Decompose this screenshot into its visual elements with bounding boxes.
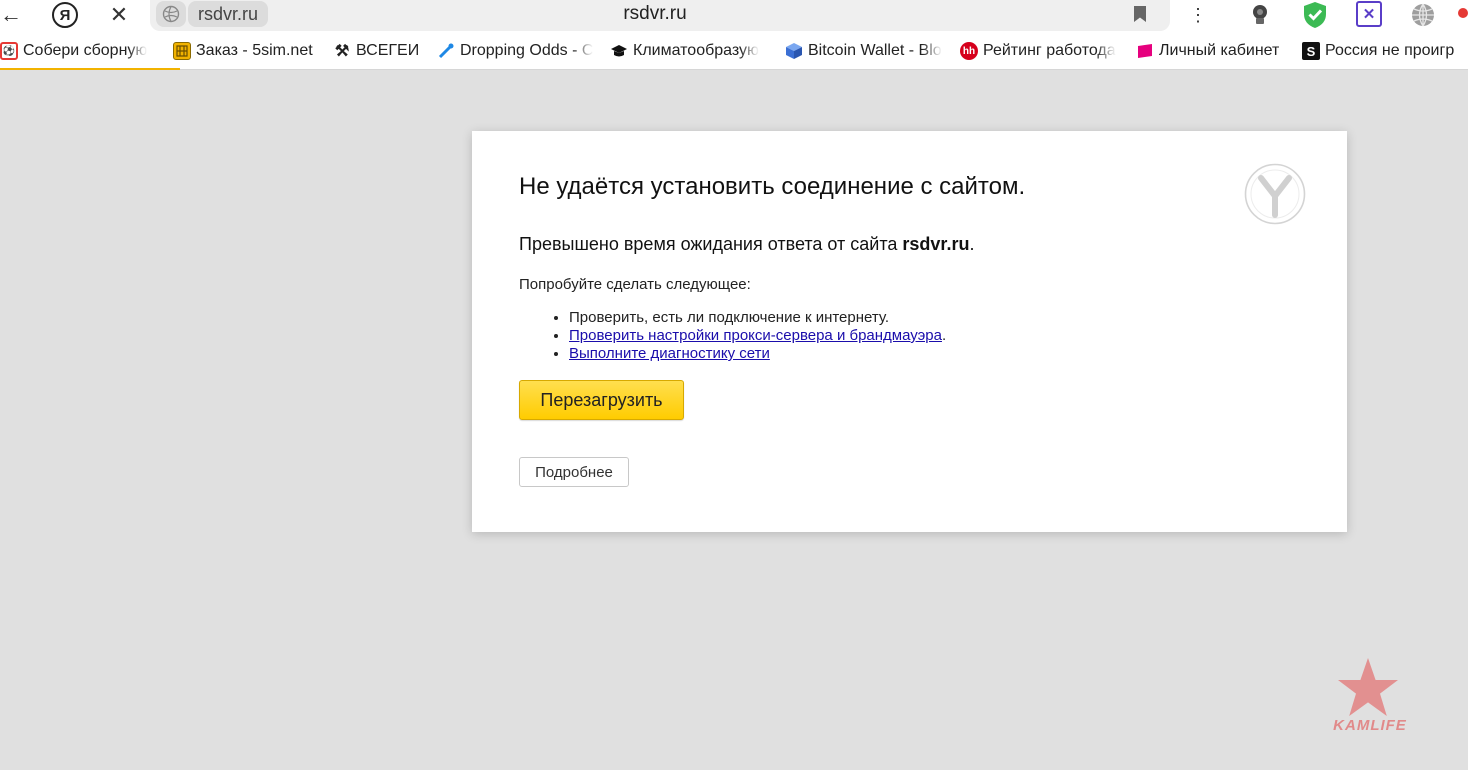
stop-loading-icon[interactable]: ✕ — [108, 2, 130, 28]
graduation-cap-icon — [610, 42, 628, 60]
subtitle-text: Превышено время ожидания ответа от сайта — [519, 234, 903, 254]
watermark-text: KAMLIFE — [1333, 717, 1407, 734]
details-button[interactable]: Подробнее — [519, 457, 629, 487]
address-bar-title[interactable]: rsdvr.ru — [150, 3, 1160, 25]
loading-progress-line — [0, 68, 180, 70]
address-bar[interactable]: rsdvr.ru rsdvr.ru — [150, 0, 1170, 31]
url-chip-label[interactable]: rsdvr.ru — [188, 1, 269, 27]
bookmark-label: Собери сборную — [23, 42, 148, 59]
suggestions-list: Проверить, есть ли подключение к интерне… — [519, 309, 946, 363]
bookmark-item[interactable]: S Россия не проигр — [1302, 40, 1468, 62]
bookmark-item[interactable]: Личный кабинет — [1136, 40, 1288, 62]
watermark-star-icon — [1336, 656, 1400, 718]
s-icon: S — [1302, 42, 1320, 60]
hh-icon: hh — [960, 42, 978, 60]
url-chip[interactable]: rsdvr.ru — [156, 1, 276, 27]
bitcoin-wallet-icon — [785, 42, 803, 60]
error-card: Не удаётся установить соединение с сайто… — [472, 131, 1347, 532]
bookmark-label: Личный кабинет — [1159, 42, 1280, 59]
globe-extension-icon[interactable] — [1410, 2, 1436, 28]
site-globe-icon[interactable] — [156, 1, 186, 27]
bookmark-label: Климатообразую — [633, 42, 760, 59]
shield-check-extension-icon[interactable] — [1302, 1, 1328, 29]
suggestion-diagnostics: Выполните диагностику сети — [569, 345, 946, 363]
bookmark-item[interactable]: Климатообразую — [610, 40, 770, 62]
subtitle-period: . — [969, 234, 975, 254]
lightbulb-extension-icon[interactable] — [1248, 3, 1272, 27]
bookmark-label: Bitcoin Wallet - Blo — [808, 42, 942, 59]
bookmark-label: Dropping Odds - C — [460, 42, 594, 59]
dropping-odds-icon — [437, 42, 455, 60]
proxy-firewall-link[interactable]: Проверить настройки прокси-сервера и бра… — [569, 327, 942, 344]
bookmarks-bar: ⚽ Собери сборную Заказ - 5sim.net ⚒ ВСЕГ… — [0, 32, 1468, 70]
bookmark-label: Рейтинг работода — [983, 42, 1116, 59]
bookmark-item[interactable]: Dropping Odds - C — [437, 40, 595, 62]
bookmark-item[interactable]: hh Рейтинг работода — [960, 40, 1120, 62]
suggestion-proxy-firewall: Проверить настройки прокси-сервера и бра… — [569, 327, 946, 345]
browser-toolbar: ← Я ✕ rsdvr.ru rsdvr.ru ⋮ ✕ — [0, 0, 1468, 32]
bookmark-label: Россия не проигр — [1325, 42, 1455, 59]
bookmark-item[interactable]: ⚒ ВСЕГЕИ — [333, 40, 425, 62]
back-arrow-icon[interactable]: ← — [0, 2, 22, 28]
bookmark-item[interactable]: Заказ - 5sim.net — [173, 40, 321, 62]
yandex-browser-logo-icon — [1244, 163, 1306, 225]
error-subtitle: Превышено время ожидания ответа от сайта… — [519, 234, 974, 255]
bookmark-label: Заказ - 5sim.net — [196, 42, 313, 59]
suggestions-label: Попробуйте сделать следующее: — [519, 276, 751, 293]
ball-icon: ⚽ — [0, 42, 18, 60]
hammers-icon: ⚒ — [334, 43, 350, 60]
network-diagnostics-link[interactable]: Выполните диагностику сети — [569, 345, 770, 362]
more-menu-icon[interactable]: ⋮ — [1189, 2, 1207, 28]
lk-icon — [1136, 42, 1154, 60]
subtitle-host: rsdvr.ru — [902, 234, 970, 254]
bookmark-item[interactable]: ⚽ Собери сборную — [0, 40, 158, 62]
yandex-home-button[interactable]: Я — [52, 2, 78, 28]
suggestion-period: . — [941, 327, 947, 344]
close-x-extension-icon[interactable]: ✕ — [1356, 1, 1382, 27]
bookmark-item[interactable]: Bitcoin Wallet - Blo — [785, 40, 945, 62]
bookmark-label: ВСЕГЕИ — [356, 42, 420, 59]
sim-card-icon — [173, 42, 191, 60]
error-title: Не удаётся установить соединение с сайто… — [519, 173, 1026, 200]
red-dot-extension-icon[interactable] — [1458, 8, 1468, 18]
suggestion-check-connection: Проверить, есть ли подключение к интерне… — [569, 309, 946, 327]
reload-button[interactable]: Перезагрузить — [519, 380, 684, 420]
